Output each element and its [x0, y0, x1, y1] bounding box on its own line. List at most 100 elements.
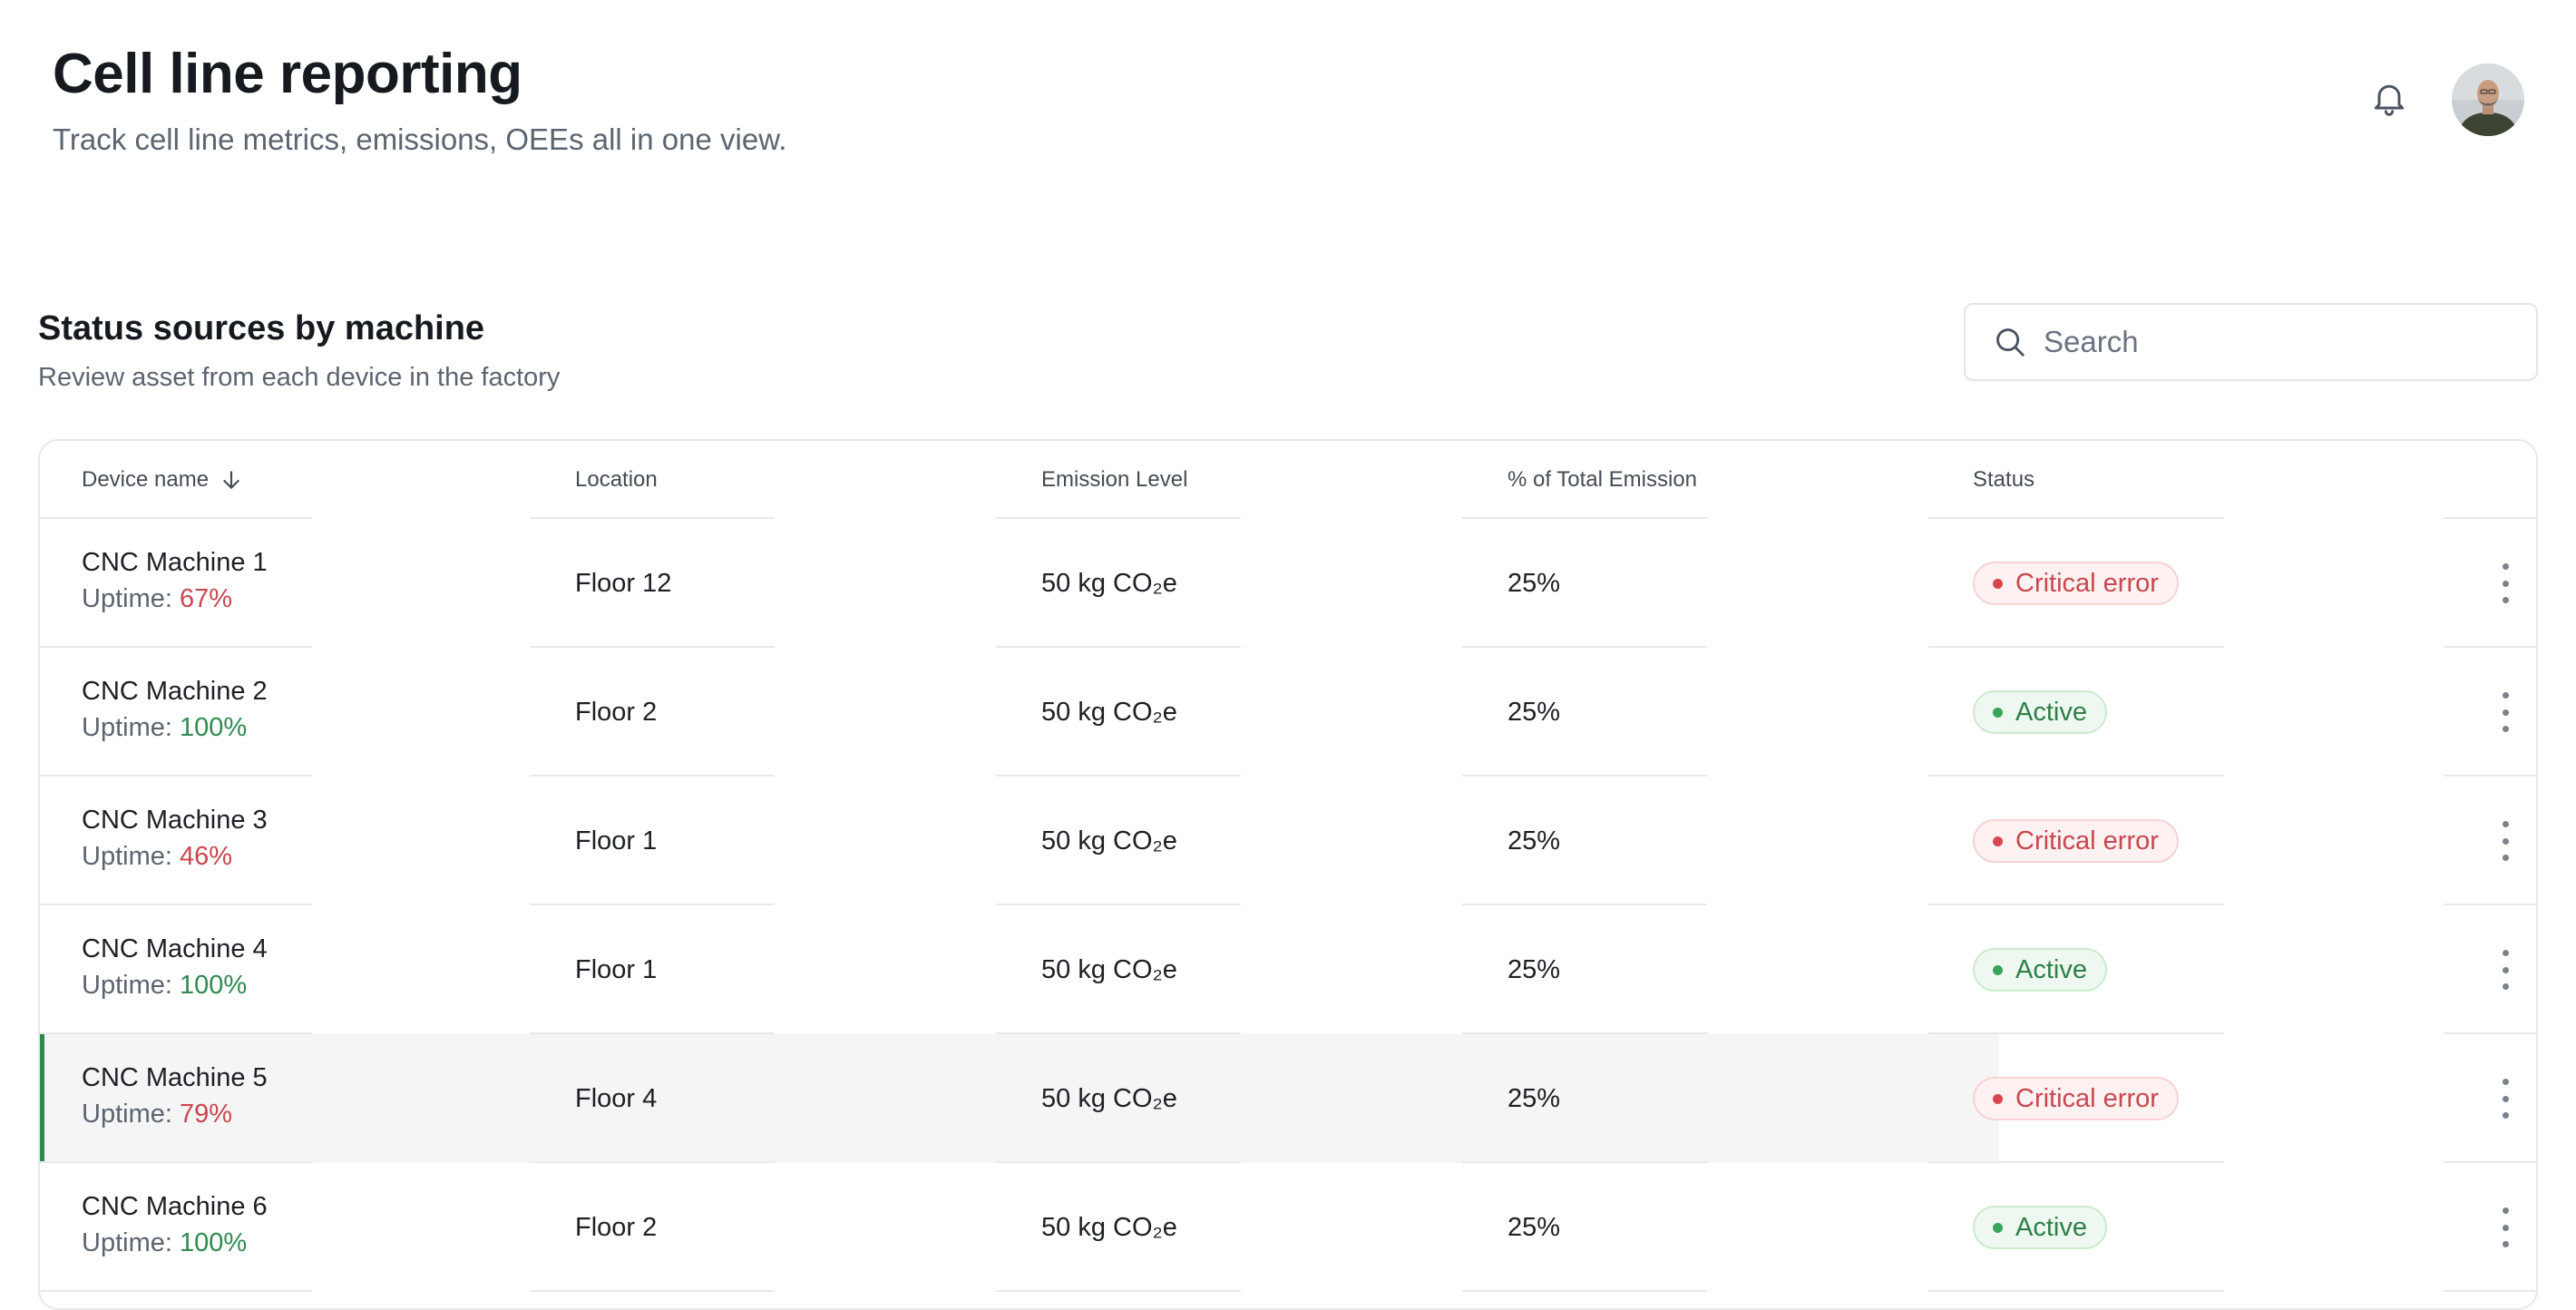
emission-level-cell: 50 kg CO₂e	[1041, 955, 1177, 984]
row-divider	[530, 646, 775, 648]
row-divider	[996, 646, 1241, 648]
status-badge: Active	[1973, 690, 2107, 734]
more-options-icon[interactable]	[2492, 821, 2519, 861]
row-divider	[996, 904, 1241, 905]
row-divider	[2444, 1161, 2536, 1163]
row-divider	[40, 1161, 312, 1163]
total-emission-cell: 25%	[1508, 1084, 1561, 1113]
device-name: CNC Machine 1	[82, 548, 268, 577]
more-options-icon[interactable]	[2492, 692, 2519, 732]
row-divider	[40, 1032, 312, 1034]
uptime-label: Uptime:	[82, 1100, 180, 1129]
status-badge: Active	[1973, 948, 2107, 992]
status-badge: Critical error	[1973, 819, 2179, 863]
column-header-status[interactable]: Status	[1973, 466, 2034, 494]
status-dot-icon	[1993, 707, 2003, 718]
kebab-dot	[2502, 692, 2509, 699]
row-divider	[1928, 517, 2224, 519]
page-subtitle: Track cell line metrics, emissions, OEEs…	[53, 122, 787, 156]
kebab-dot	[2502, 1207, 2509, 1214]
page-title: Cell line reporting	[53, 43, 522, 105]
row-divider	[1462, 646, 1707, 648]
table-row[interactable]: CNC Machine 3 Uptime: 46% Floor 1 50 kg CO₂…	[40, 777, 2536, 905]
row-divider	[1462, 517, 1707, 519]
table-header: Device name Location Emission Level % of…	[40, 441, 2536, 519]
status-badge: Active	[1973, 1206, 2107, 1249]
row-divider	[530, 517, 775, 519]
column-header-label: Device name	[82, 467, 210, 492]
uptime-text: Uptime: 67%	[82, 582, 232, 615]
row-selected-indicator	[40, 1034, 44, 1163]
uptime-text: Uptime: 100%	[82, 711, 247, 744]
kebab-dot	[2502, 563, 2509, 570]
row-divider	[2444, 1290, 2536, 1292]
search-box[interactable]	[1964, 303, 2538, 381]
kebab-dot	[2502, 821, 2509, 827]
uptime-label: Uptime:	[82, 1228, 180, 1257]
kebab-dot	[2502, 983, 2509, 990]
kebab-dot	[2502, 855, 2509, 861]
search-input[interactable]	[2044, 325, 2515, 359]
row-highlight-background	[40, 1034, 1999, 1163]
more-options-icon[interactable]	[2492, 1207, 2519, 1247]
row-divider	[2444, 646, 2536, 648]
row-divider	[530, 1161, 775, 1163]
arrow-down-icon	[223, 471, 239, 489]
bell-icon[interactable]	[2369, 78, 2409, 118]
kebab-dot	[2502, 1241, 2509, 1247]
column-header-emission-level[interactable]: Emission Level	[1041, 466, 1187, 494]
emission-level-cell: 50 kg CO₂e	[1041, 826, 1177, 855]
uptime-value: 100%	[179, 971, 248, 1000]
table-row[interactable]: CNC Machine 1 Uptime: 67% Floor 12 50 kg CO…	[40, 519, 2536, 648]
device-name: CNC Machine 2	[82, 677, 268, 706]
user-avatar[interactable]	[2452, 64, 2524, 136]
device-name: CNC Machine 6	[82, 1192, 268, 1221]
status-label: Critical error	[2015, 1084, 2159, 1113]
row-divider	[996, 1032, 1241, 1034]
section-title: Status sources by machine	[38, 309, 485, 347]
row-divider	[996, 1161, 1241, 1163]
uptime-label: Uptime:	[82, 713, 180, 742]
row-divider	[1928, 1032, 2224, 1034]
table-row[interactable]: CNC Machine 2 Uptime: 100% Floor 2 50 kg CO…	[40, 648, 2536, 777]
more-options-icon[interactable]	[2492, 950, 2519, 990]
uptime-label: Uptime:	[82, 584, 180, 613]
row-divider	[1928, 904, 2224, 905]
column-header-location[interactable]: Location	[575, 466, 658, 494]
row-divider	[1462, 904, 1707, 905]
status-label: Critical error	[2015, 826, 2159, 855]
row-divider	[2444, 775, 2536, 777]
more-options-icon[interactable]	[2492, 563, 2519, 603]
table-row[interactable]: CNC Machine 5 Uptime: 79% Floor 4 50 kg CO₂…	[40, 1034, 2536, 1163]
emission-level-cell: 50 kg CO₂e	[1041, 1084, 1177, 1113]
row-divider	[40, 904, 312, 905]
row-divider	[1928, 1161, 2224, 1163]
total-emission-cell: 25%	[1508, 698, 1561, 727]
status-badge: Critical error	[1973, 562, 2179, 605]
row-divider	[40, 517, 312, 519]
more-options-icon[interactable]	[2492, 1079, 2519, 1119]
uptime-label: Uptime:	[82, 971, 180, 1000]
kebab-dot	[2502, 1224, 2509, 1231]
row-divider	[530, 904, 775, 905]
status-label: Active	[2015, 698, 2087, 727]
kebab-dot	[2502, 580, 2509, 587]
kebab-dot	[2502, 1079, 2509, 1085]
column-header-device-name[interactable]: Device name	[82, 466, 243, 494]
kebab-dot	[2502, 597, 2509, 603]
uptime-text: Uptime: 46%	[82, 840, 232, 873]
total-emission-cell: 25%	[1508, 1213, 1561, 1242]
table-row[interactable]: CNC Machine 4 Uptime: 100% Floor 1 50 kg CO…	[40, 905, 2536, 1034]
device-name: CNC Machine 5	[82, 1063, 268, 1092]
emission-level-cell: 50 kg CO₂e	[1041, 1213, 1177, 1242]
column-header-total-emission[interactable]: % of Total Emission	[1508, 466, 1697, 494]
location-cell: Floor 4	[575, 1084, 658, 1113]
table-row[interactable]: CNC Machine 6 Uptime: 100% Floor 2 50 kg CO…	[40, 1163, 2536, 1292]
status-dot-icon	[1993, 578, 2003, 589]
location-cell: Floor 1	[575, 955, 658, 984]
status-table: Device name Location Emission Level % of…	[38, 439, 2538, 1310]
row-divider	[2444, 904, 2536, 905]
uptime-value: 79%	[179, 1100, 233, 1129]
row-divider	[40, 775, 312, 777]
row-divider	[40, 646, 312, 648]
